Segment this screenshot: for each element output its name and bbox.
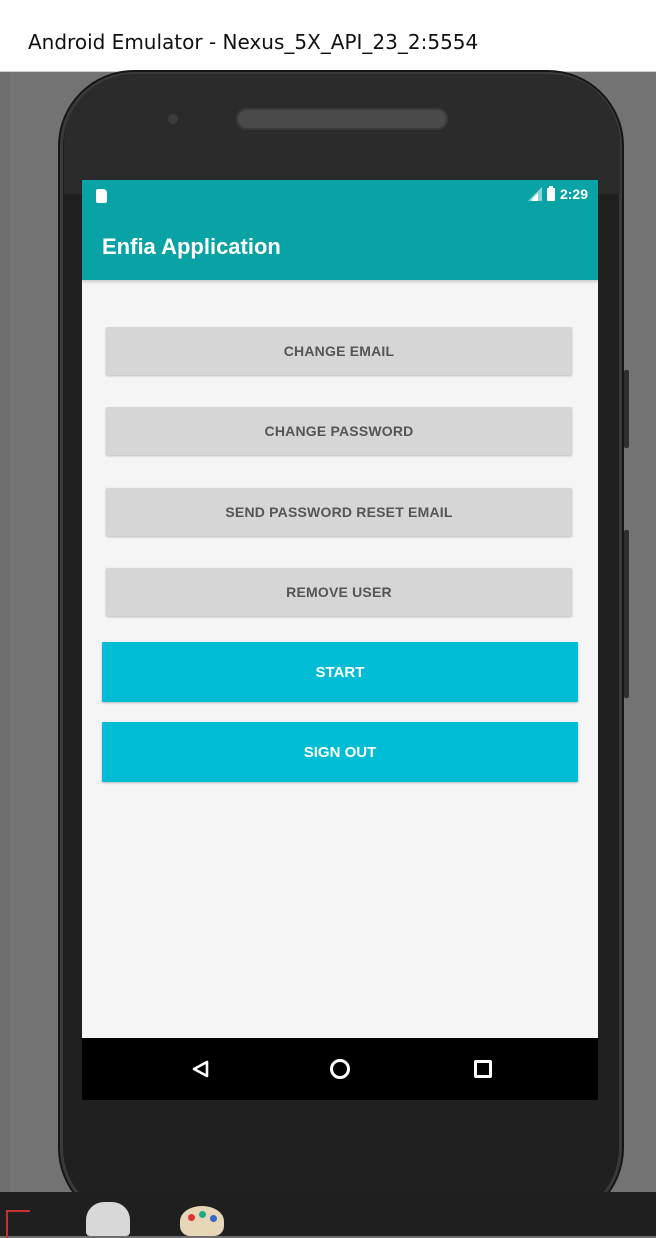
change-email-button[interactable]: CHANGE EMAIL: [106, 327, 572, 375]
sd-card-icon: [96, 189, 107, 203]
sign-out-button[interactable]: SIGN OUT: [102, 722, 578, 782]
remove-user-button[interactable]: REMOVE USER: [106, 568, 572, 616]
app-title: Enfia Application: [102, 234, 281, 259]
app-toolbar: Enfia Application: [82, 212, 598, 280]
app-icon[interactable]: [86, 1202, 130, 1236]
power-button[interactable]: [624, 530, 629, 698]
app-icon[interactable]: [6, 1210, 30, 1238]
top-speaker: [236, 108, 448, 130]
paint-icon[interactable]: [180, 1206, 224, 1236]
status-bar-right: 2:29: [527, 185, 588, 202]
device-screen: 2:29 Enfia Application CHANGE EMAIL CHAN…: [82, 180, 598, 1100]
change-password-button[interactable]: CHANGE PASSWORD: [106, 407, 572, 455]
start-button[interactable]: START: [102, 642, 578, 702]
send-password-reset-button[interactable]: SEND PASSWORD RESET EMAIL: [106, 488, 572, 536]
battery-icon: [546, 185, 555, 201]
front-camera: [168, 114, 178, 124]
status-bar: 2:29: [82, 180, 598, 212]
window-title: Android Emulator - Nexus_5X_API_23_2:555…: [28, 30, 479, 54]
recents-icon[interactable]: [474, 1060, 492, 1078]
status-time: 2:29: [559, 186, 588, 202]
navigation-bar: [82, 1038, 598, 1100]
signal-icon: [527, 187, 542, 201]
volume-button[interactable]: [624, 370, 629, 448]
phone-top-bezel: [64, 74, 620, 194]
home-icon[interactable]: [330, 1059, 350, 1079]
window-titlebar: Android Emulator - Nexus_5X_API_23_2:555…: [0, 0, 656, 72]
back-icon[interactable]: [192, 1060, 210, 1078]
